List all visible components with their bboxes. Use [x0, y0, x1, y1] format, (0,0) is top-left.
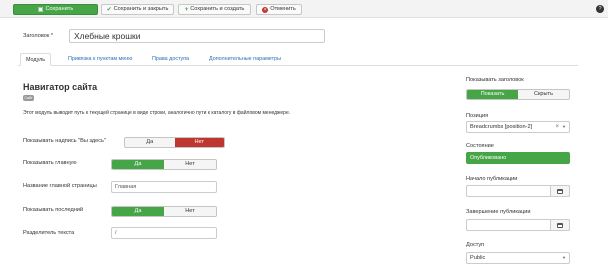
publish-up-calendar-button[interactable] [550, 185, 570, 197]
save-close-button[interactable]: ✔ Сохранить и закрыть [101, 4, 174, 15]
publish-up-input[interactable] [466, 185, 570, 197]
toolbar: ▣ Сохранить ✔ Сохранить и закрыть + Сохр… [0, 0, 608, 18]
check-icon: ✔ [106, 6, 112, 13]
cancel-label: Отменить [270, 6, 296, 12]
show-last-no[interactable]: Нет [164, 207, 216, 216]
cancel-icon: × [262, 6, 269, 13]
show-home-label: Показывать главную [23, 160, 77, 166]
tab-bar: Модуль Привязка к пунктам меню Права дос… [18, 52, 578, 66]
tab-menu-assignment[interactable]: Привязка к пунктам меню [63, 53, 137, 66]
publish-down-input[interactable] [466, 219, 570, 231]
status-select[interactable]: Опубликовано [466, 152, 570, 164]
title-input[interactable]: Хлебные крошки [69, 29, 325, 43]
save-new-button[interactable]: + Сохранить и создать [178, 4, 251, 15]
save-icon: ▣ [37, 6, 44, 13]
site-badge: Сайт [23, 95, 34, 101]
save-close-label: Сохранить и закрыть [113, 6, 169, 12]
cancel-button[interactable]: × Отменить [256, 4, 302, 15]
chevron-down-icon[interactable]: ▼ [562, 253, 566, 263]
module-description: Этот модуль выводит путь к текущей стран… [23, 110, 291, 116]
publish-down-calendar-button[interactable] [550, 219, 570, 231]
show-home-no[interactable]: Нет [164, 160, 216, 169]
home-name-input[interactable]: Главная [111, 181, 217, 193]
tab-permissions[interactable]: Права доступа [147, 53, 194, 66]
calendar-icon [557, 188, 563, 194]
access-select[interactable]: Public ▼ [466, 252, 570, 264]
show-title-hide[interactable]: Скрыть [518, 90, 569, 99]
show-here-yes[interactable]: Да [125, 138, 175, 147]
save-new-label: Сохранить и создать [190, 6, 245, 12]
home-name-label: Название главной страницы [23, 183, 97, 189]
clear-icon[interactable]: × [555, 122, 559, 132]
help-button[interactable]: ? [594, 4, 608, 15]
save-button-label: Сохранить [45, 6, 74, 12]
help-icon: ? [596, 5, 604, 13]
tab-module[interactable]: Модуль [20, 53, 52, 66]
position-select[interactable]: Breadcrumbs [position-2] × ▼ [466, 121, 570, 133]
title-label: Заголовок * [23, 33, 54, 39]
calendar-icon [557, 222, 563, 228]
show-here-no[interactable]: Нет [174, 138, 224, 147]
separator-label: Разделитель текста [23, 230, 75, 236]
status-label: Состояние [466, 143, 494, 149]
access-label: Доступ [466, 242, 485, 248]
access-value: Public [470, 255, 486, 261]
show-last-yes[interactable]: Да [112, 207, 164, 216]
publish-down-label: Завершение публикации [466, 209, 531, 215]
separator-input[interactable]: / [111, 227, 217, 239]
show-title-label: Показывать заголовок [466, 77, 524, 83]
show-last-label: Показывать последний [23, 207, 84, 213]
show-here-toggle[interactable]: Да Нет [124, 137, 225, 148]
show-home-toggle[interactable]: Да Нет [111, 159, 217, 170]
show-title-toggle[interactable]: Показать Скрыть [466, 89, 570, 100]
plus-icon: + [184, 6, 189, 13]
tab-advanced[interactable]: Дополнительные параметры [204, 53, 286, 66]
show-here-label: Показывать надпись "Вы здесь" [23, 138, 106, 144]
module-title: Навигатор сайта [23, 82, 98, 92]
position-label: Позиция [466, 113, 489, 119]
position-value: Breadcrumbs [position-2] [470, 124, 533, 130]
publish-up-label: Начало публикации [466, 176, 518, 182]
save-button[interactable]: ▣ Сохранить [13, 4, 98, 15]
show-title-show[interactable]: Показать [467, 90, 518, 99]
show-home-yes[interactable]: Да [112, 160, 164, 169]
chevron-down-icon[interactable]: ▼ [562, 122, 566, 132]
show-last-toggle[interactable]: Да Нет [111, 206, 217, 217]
